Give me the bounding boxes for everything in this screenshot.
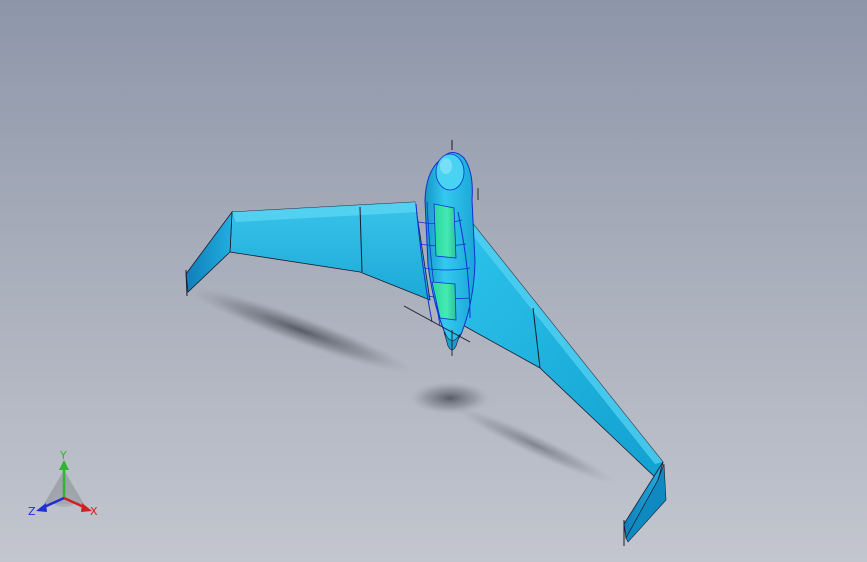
model-view[interactable] <box>0 0 867 562</box>
model-shadow <box>187 286 617 485</box>
right-winglet[interactable] <box>623 461 667 546</box>
coordinate-triad: Y X Z <box>28 449 98 518</box>
x-axis-label: X <box>90 505 98 518</box>
graphics-viewport[interactable]: Y X Z <box>0 0 867 562</box>
z-axis-label: Z <box>28 505 36 518</box>
right-wing[interactable] <box>449 208 664 481</box>
y-axis-label: Y <box>59 449 67 462</box>
left-wing[interactable] <box>229 201 431 301</box>
left-winglet[interactable] <box>185 210 233 297</box>
